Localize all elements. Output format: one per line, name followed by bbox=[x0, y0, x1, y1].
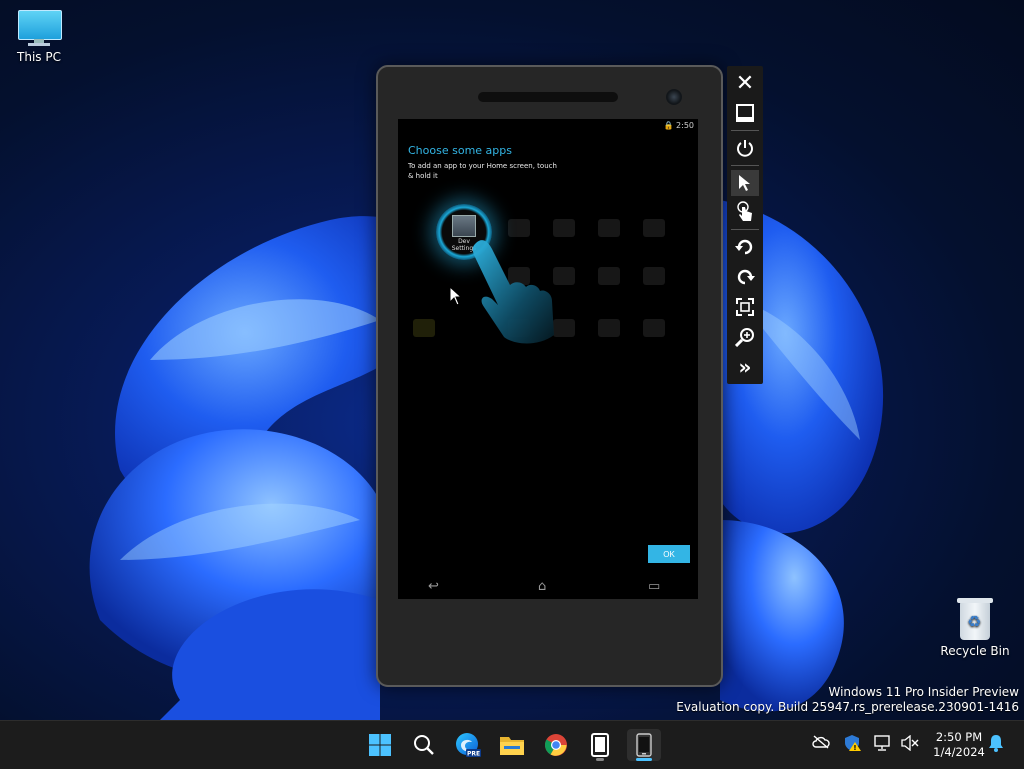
chrome-icon bbox=[545, 734, 567, 756]
watermark-edition: Windows 11 Pro Insider Preview bbox=[828, 685, 1019, 699]
network-icon[interactable] bbox=[874, 735, 892, 755]
emulator-window[interactable]: 🔒 2:50 Choose some apps To add an app to… bbox=[376, 65, 723, 687]
file-explorer-button[interactable] bbox=[495, 729, 529, 761]
app-tile[interactable] bbox=[406, 319, 442, 339]
mouse-cursor-icon bbox=[449, 286, 463, 306]
app-tile[interactable] bbox=[501, 219, 537, 239]
app-tile[interactable] bbox=[636, 319, 672, 339]
screen-title: Choose some apps bbox=[408, 144, 512, 157]
cloud-offline-icon[interactable] bbox=[812, 735, 830, 753]
recents-icon[interactable]: ▭ bbox=[648, 579, 660, 594]
emulator-toolbar: ✕ » bbox=[727, 66, 763, 384]
active-indicator bbox=[636, 758, 652, 761]
rotate-right-icon[interactable] bbox=[731, 264, 759, 290]
hand-pointer-icon bbox=[472, 240, 554, 344]
desktop-icon-this-pc[interactable]: This PC bbox=[0, 10, 79, 64]
minimize-icon[interactable] bbox=[731, 100, 759, 126]
home-icon[interactable]: ⌂ bbox=[538, 579, 546, 594]
phone-icon bbox=[636, 733, 652, 757]
app-tile[interactable] bbox=[546, 219, 582, 239]
emulator-button[interactable] bbox=[627, 729, 661, 761]
desktop-icon-label: This PC bbox=[17, 50, 61, 64]
edge-icon: PRE bbox=[456, 733, 481, 758]
chrome-button[interactable] bbox=[539, 729, 573, 761]
power-icon[interactable] bbox=[731, 135, 759, 161]
watermark-build: Evaluation copy. Build 25947.rs_prerelea… bbox=[676, 700, 1019, 714]
close-icon[interactable]: ✕ bbox=[731, 70, 759, 96]
status-time: 2:50 bbox=[676, 121, 694, 130]
desktop-icon-label: Recycle Bin bbox=[940, 644, 1010, 658]
app-tile[interactable] bbox=[591, 219, 627, 239]
clock-time: 2:50 PM bbox=[935, 730, 983, 744]
taskbar-clock[interactable]: 2:50 PM 1/4/2024 bbox=[928, 730, 990, 760]
app-tile[interactable] bbox=[636, 219, 672, 239]
app-tile[interactable] bbox=[591, 267, 627, 287]
app-tile[interactable] bbox=[636, 267, 672, 287]
rotate-left-icon[interactable] bbox=[731, 234, 759, 260]
security-warning-icon[interactable]: ! bbox=[844, 734, 862, 756]
search-button[interactable] bbox=[407, 729, 441, 761]
lock-icon: 🔒 bbox=[663, 121, 674, 130]
status-bar: 🔒 2:50 bbox=[664, 121, 694, 130]
folder-icon bbox=[500, 737, 524, 755]
taskbar: PRE ! 2:50 PM 1/4/2024 bbox=[0, 720, 1024, 769]
ok-button[interactable]: OK bbox=[648, 545, 690, 563]
edge-beta-button[interactable]: PRE bbox=[451, 729, 485, 761]
pointer-icon[interactable] bbox=[731, 170, 759, 196]
screen-description: To add an app to your Home screen, touch… bbox=[408, 162, 557, 180]
windows-watermark: Windows 11 Pro Insider Preview Evaluatio… bbox=[676, 685, 1019, 715]
windows-logo-icon bbox=[369, 734, 391, 756]
desktop-icon-recycle-bin[interactable]: ♻ Recycle Bin bbox=[935, 598, 1015, 658]
tablet-icon bbox=[591, 733, 609, 757]
svg-text:!: ! bbox=[853, 744, 856, 752]
edge-badge: PRE bbox=[467, 751, 480, 758]
clock-date: 1/4/2024 bbox=[933, 745, 985, 759]
search-icon bbox=[414, 735, 434, 755]
app-tile[interactable] bbox=[591, 319, 627, 339]
start-button[interactable] bbox=[363, 729, 397, 761]
zoom-icon[interactable] bbox=[731, 324, 759, 350]
fit-screen-icon[interactable] bbox=[731, 294, 759, 320]
back-icon[interactable]: ↩ bbox=[428, 579, 439, 594]
notification-bell-icon[interactable] bbox=[988, 734, 1004, 756]
touch-icon[interactable] bbox=[731, 198, 759, 224]
monitor-icon bbox=[18, 10, 62, 46]
settings-app-icon bbox=[452, 215, 476, 237]
running-indicator bbox=[596, 758, 604, 761]
recycle-bin-icon: ♻ bbox=[957, 598, 993, 640]
phone-speaker bbox=[478, 92, 618, 102]
emulator-screen[interactable]: 🔒 2:50 Choose some apps To add an app to… bbox=[398, 119, 698, 599]
device-manager-button[interactable] bbox=[583, 729, 617, 761]
volume-muted-icon[interactable] bbox=[901, 734, 919, 755]
android-navbar: ↩ ⌂ ▭ bbox=[398, 575, 698, 599]
more-icon[interactable]: » bbox=[731, 354, 759, 380]
camera-icon bbox=[666, 89, 682, 105]
